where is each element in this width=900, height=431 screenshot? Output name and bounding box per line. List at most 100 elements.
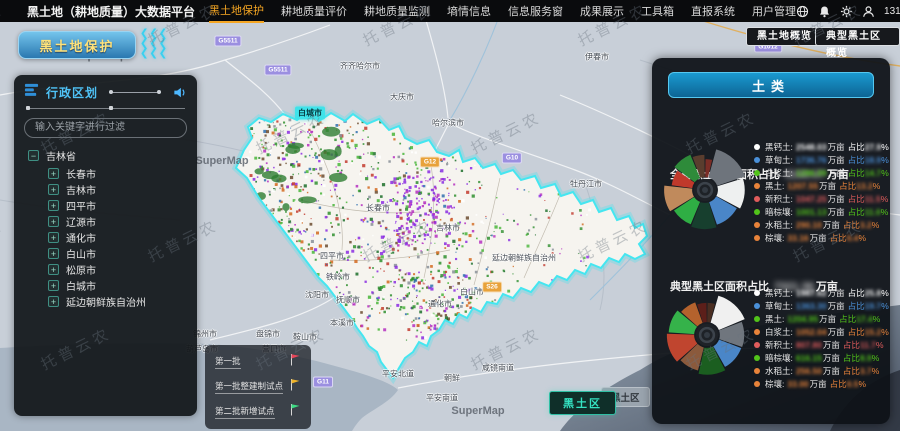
tree-item[interactable]: +松原市 [48, 262, 187, 278]
legend-value: 33.00 [787, 379, 808, 389]
legend-label: 暗棕壤: [765, 352, 793, 364]
expand-icon[interactable]: + [48, 200, 59, 211]
legend-value: 1286.09 [796, 168, 827, 178]
module-banner-black-soil-protection[interactable]: 黑土地保护 [18, 31, 136, 59]
flag-icon [290, 378, 301, 396]
zone-toggle-active[interactable]: 黑土区 [549, 391, 616, 415]
soil-legend-item: 水稻土:256.50万亩占比3.7% [754, 364, 886, 377]
legend-label: 新积土: [765, 339, 793, 351]
soil-legend-item: 草甸土:1736.76万亩占比18.9% [754, 153, 886, 166]
soil-legend-item: 新积土:1047.25万亩占比11.5% [754, 192, 886, 205]
user-phone[interactable]: 131****0001 [884, 6, 900, 17]
tree-item[interactable]: + 白城市 [48, 278, 187, 294]
nav-item[interactable]: 直报系统 [691, 0, 735, 22]
nav-item[interactable]: 信息服务窗 [508, 0, 563, 22]
tree-item[interactable]: +吉林市 [48, 182, 187, 198]
legend-dot [754, 381, 760, 387]
legend-percent: 占比0.4% [830, 232, 866, 244]
administrative-division-panel: 行政区划 − 吉林省 +长春市+吉林市+四平市+辽源市+通化市+白山市+松原市+… [14, 75, 197, 416]
district-tree: − 吉林省 +长春市+吉林市+四平市+辽源市+通化市+白山市+松原市+白城市+延… [24, 148, 187, 310]
tree-item[interactable]: + 通化市 [48, 230, 187, 246]
legend-label: 棕壤: [765, 378, 784, 390]
header-actions: 131****0001 ▾ [796, 5, 900, 18]
bell-icon[interactable] [818, 5, 831, 18]
chevron-decoration: ❮❮❮ [140, 48, 168, 59]
panel-slider[interactable] [26, 108, 185, 109]
tree-item[interactable]: +四平市 [48, 198, 187, 214]
soil-legend-item: 暗棕壤:1001.13万亩占比11.0% [754, 205, 886, 218]
legend-unit: 万亩 [823, 352, 840, 364]
expand-icon[interactable]: + [48, 168, 59, 179]
soil-type-header-button[interactable]: 土类 [668, 72, 874, 98]
legend-dot [754, 196, 760, 202]
typical-black-soil-overview-button[interactable]: 典型黑土区概览 [815, 27, 900, 46]
expand-icon[interactable]: + [48, 296, 59, 307]
legend-label: 水稻土: [765, 365, 793, 377]
legend-label: 黑土: [765, 313, 784, 325]
pilot-legend-row: 第一批 [215, 353, 301, 371]
legend-dot [754, 290, 760, 296]
legend-label: 黑土: [765, 180, 784, 192]
legend-value: 1001.13 [796, 207, 827, 217]
pilot-legend-label: 第一批整建制试点 [215, 380, 283, 394]
soil-legend-item: 棕壤:33.00万亩占比0.5% [754, 377, 886, 390]
nav-item[interactable]: 墒情信息 [447, 0, 491, 22]
search-input[interactable] [24, 118, 187, 138]
flag-icon [290, 403, 301, 421]
top-navigation-bar: 黑土地（耕地质量）大数据平台 黑土地保护耕地质量评价耕地质量监测墒情信息信息服务… [0, 0, 900, 22]
globe-icon[interactable] [796, 5, 809, 18]
expand-icon[interactable]: + [48, 184, 59, 195]
tree-item[interactable]: + 辽源市 [48, 214, 187, 230]
tree-item-label: 吉林省 [46, 148, 76, 163]
nav-item[interactable]: 成果展示 [580, 0, 624, 22]
nav-item[interactable]: 黑土地保护 [209, 0, 264, 23]
expand-icon[interactable]: + [48, 232, 59, 243]
legend-value: 1204.95 [787, 314, 818, 324]
nav-item[interactable]: 耕地质量评价 [281, 0, 347, 22]
tree-item[interactable]: +白山市 [48, 246, 187, 262]
legend-value: 1047.25 [796, 194, 827, 204]
tree-item-label: 辽源市 [66, 214, 96, 229]
collapse-icon[interactable]: − [28, 150, 39, 161]
soil-legend-item: 白浆土:1052.04万亩占比15.2% [754, 325, 886, 338]
gear-icon[interactable] [840, 5, 853, 18]
legend-dot [754, 355, 760, 361]
legend-value: 807.80 [796, 340, 822, 350]
opacity-slider[interactable] [109, 92, 161, 93]
legend-unit: 万亩 [828, 300, 845, 312]
tree-item[interactable]: +延边朝鲜族自治州 [48, 294, 187, 310]
legend-percent: 占比14.7% [848, 167, 889, 179]
nav: 黑土地保护耕地质量评价耕地质量监测墒情信息信息服务窗成果展示工具箱直报系统用户管… [209, 0, 796, 23]
speaker-icon[interactable] [172, 85, 187, 100]
black-soil-overview-button[interactable]: 黑土地概览 [746, 27, 823, 46]
soil-rose-chart-province [662, 147, 748, 233]
expand-icon[interactable]: + [48, 216, 59, 227]
soil-legend-item: 黑钙土:2548.03万亩占比27.9% [754, 140, 886, 153]
legend-percent: 占比18.9% [848, 154, 889, 166]
tree-item-label: 长春市 [66, 166, 96, 181]
legend-unit: 万亩 [823, 219, 840, 231]
legend-dot [754, 316, 760, 322]
legend-label: 草甸土: [765, 300, 793, 312]
tree-item-label: 通化市 [66, 230, 96, 245]
legend-dot [754, 170, 760, 176]
expand-icon[interactable]: + [48, 248, 59, 259]
expand-icon[interactable]: + [48, 264, 59, 275]
legend-percent: 占比8.9% [843, 352, 879, 364]
nav-item[interactable]: 用户管理 [752, 0, 796, 22]
tree-item-label: 白城市 [66, 278, 96, 293]
expand-icon[interactable]: + [48, 280, 59, 291]
legend-dot [754, 222, 760, 228]
soil-legend-item: 棕壤:33.16万亩占比0.4% [754, 231, 886, 244]
legend-unit: 万亩 [828, 206, 845, 218]
legend-label: 棕壤: [765, 232, 784, 244]
tree-item[interactable]: + 长春市 [48, 166, 187, 182]
pilot-legend-label: 第一批 [215, 355, 241, 369]
district-tree-icon [24, 82, 39, 102]
tree-item-province[interactable]: − 吉林省 [28, 148, 187, 164]
user-icon[interactable] [862, 5, 875, 18]
nav-item[interactable]: 耕地质量监测 [364, 0, 430, 22]
legend-dot [754, 157, 760, 163]
pilot-batch-legend: 第一批第一批整建制试点第二批新增试点 [205, 345, 311, 429]
nav-item[interactable]: 工具箱 [641, 0, 674, 22]
